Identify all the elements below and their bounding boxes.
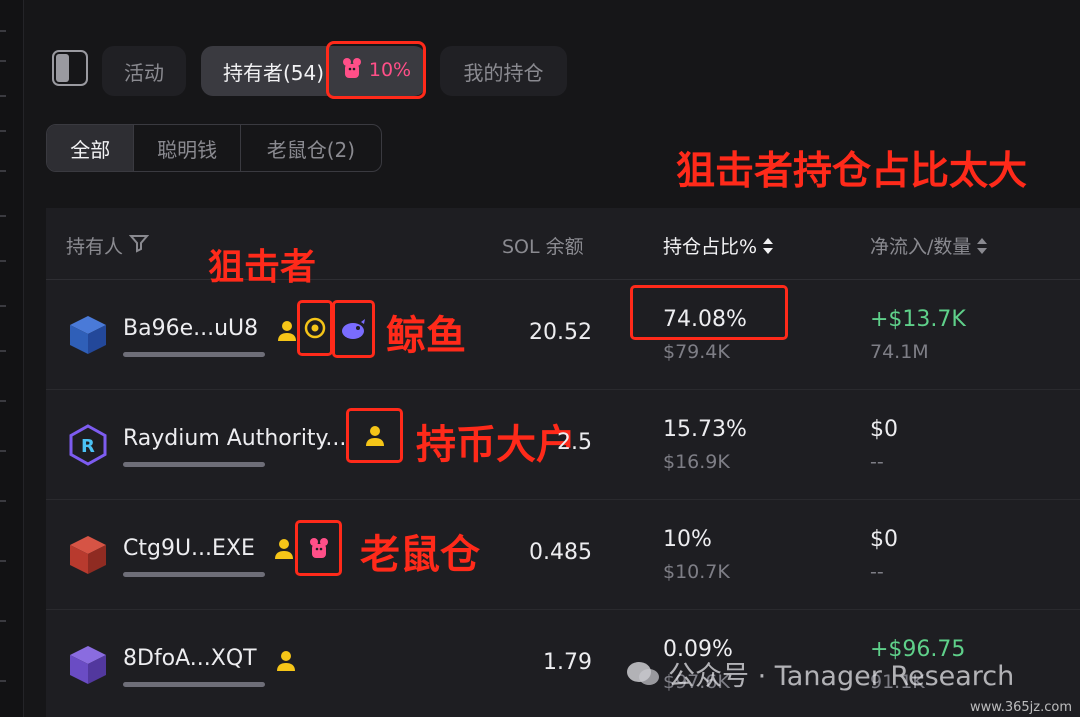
net-inflow: $0	[870, 417, 898, 442]
big-holder-tag	[346, 408, 403, 463]
net-inflow-amount: 74.1M	[870, 341, 929, 363]
holder-user-icon	[278, 321, 296, 341]
rat-holding-badge[interactable]: 10%	[326, 41, 426, 99]
wallet-avatar-icon	[70, 316, 106, 354]
holder-user-icon	[365, 425, 384, 446]
col-sol-balance: SOL 余额	[502, 236, 584, 258]
filter-rat-position[interactable]: 老鼠仓(2)	[241, 125, 381, 171]
rat-position-tag	[295, 520, 342, 576]
col-holder-label: 持有人	[66, 236, 124, 258]
sort-icon[interactable]	[763, 237, 774, 255]
wallet-avatar-icon	[70, 646, 106, 684]
net-inflow: $0	[870, 527, 898, 552]
rat-icon	[309, 538, 328, 558]
crosshair-icon	[304, 317, 326, 339]
rat-holding-pct: 10%	[368, 59, 412, 81]
left-edge-panel	[0, 0, 24, 717]
watermark-text: 公众号 · Tanager Research	[668, 661, 1015, 692]
tab-activity[interactable]: 活动	[102, 46, 186, 96]
hold-value: $79.4K	[663, 341, 730, 363]
holding-bar	[123, 572, 265, 577]
sol-balance: 0.485	[529, 540, 592, 565]
hold-pct: 10%	[663, 527, 712, 552]
annotation-big-holder: 持币大户	[416, 422, 576, 468]
hold-pct: 74.08%	[663, 307, 747, 332]
col-hold-pct[interactable]: 持仓占比%	[663, 232, 774, 259]
holders-table: 持有人 SOL 余额 持仓占比% 净流入/数量 狙击者 Ba96e...uU8	[46, 208, 1080, 717]
site-watermark: www.365jz.com	[970, 700, 1072, 715]
table-row[interactable]: Ba96e...uU8 鲸鱼 20.52 74.08% $79.4K +$13.…	[46, 280, 1080, 390]
annotation-sniper-ratio: 狙击者持仓占比太大	[676, 149, 1028, 194]
net-inflow-amount: --	[870, 451, 884, 473]
wechat-icon	[627, 661, 659, 685]
whale-tag	[332, 300, 375, 358]
wechat-watermark: 公众号 · Tanager Research	[626, 654, 1014, 693]
holder-user-icon	[277, 651, 295, 671]
wallet-avatar-icon	[70, 536, 106, 574]
sol-balance: 20.52	[529, 320, 592, 345]
annotation-whale: 鲸鱼	[386, 313, 466, 359]
hold-value: $16.9K	[663, 451, 730, 473]
raydium-logo-icon: R	[69, 424, 107, 466]
holding-bar	[123, 462, 265, 467]
col-hold-pct-label: 持仓占比%	[663, 236, 758, 258]
filter-all[interactable]: 全部	[47, 125, 135, 171]
col-holder[interactable]: 持有人	[66, 232, 150, 259]
sort-icon[interactable]	[977, 237, 988, 255]
holding-bar	[123, 682, 265, 687]
tab-my-position[interactable]: 我的持仓	[440, 46, 567, 96]
sol-balance: 1.79	[543, 650, 592, 675]
col-net-inflow[interactable]: 净流入/数量	[870, 232, 988, 259]
table-header: 持有人 SOL 余额 持仓占比% 净流入/数量	[46, 208, 1080, 280]
sniper-tag	[297, 300, 333, 356]
filter-smart-money[interactable]: 聪明钱	[134, 125, 241, 171]
panel-toggle-button[interactable]	[52, 50, 88, 86]
net-inflow: +$13.7K	[870, 307, 966, 332]
holder-user-icon	[275, 539, 293, 559]
tab-holders-label: 持有者(54)	[223, 60, 325, 85]
holder-address[interactable]: Raydium Authority...	[123, 426, 346, 451]
svg-text:R: R	[81, 436, 95, 457]
holding-bar	[123, 352, 265, 357]
annotation-rat-position: 老鼠仓	[360, 532, 480, 578]
net-inflow-amount: --	[870, 561, 884, 583]
holder-filter-segment: 全部 聪明钱 老鼠仓(2)	[46, 124, 382, 172]
col-net-inflow-label: 净流入/数量	[870, 236, 972, 258]
filter-icon[interactable]	[128, 233, 150, 258]
holder-address[interactable]: Ctg9U...EXE	[123, 536, 255, 561]
sol-balance: 2.5	[557, 430, 592, 455]
rat-icon	[341, 56, 363, 85]
whale-icon	[341, 319, 365, 339]
hold-value: $10.7K	[663, 561, 730, 583]
table-row[interactable]: Ctg9U...EXE 老鼠仓 0.485 10% $10.7K $0 --	[46, 500, 1080, 610]
table-row[interactable]: R Raydium Authority... 持币大户 2.5 15.73% $…	[46, 390, 1080, 500]
holder-address[interactable]: Ba96e...uU8	[123, 316, 258, 341]
holder-address[interactable]: 8DfoA...XQT	[123, 646, 257, 671]
hold-pct: 15.73%	[663, 417, 747, 442]
